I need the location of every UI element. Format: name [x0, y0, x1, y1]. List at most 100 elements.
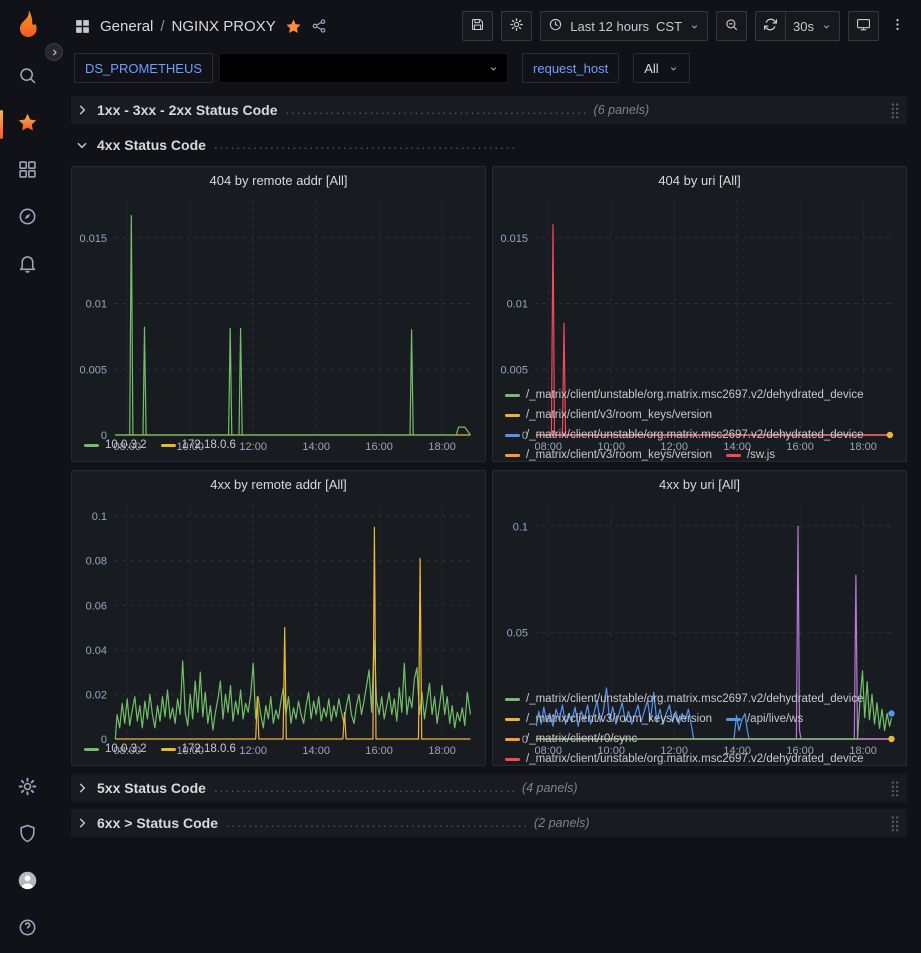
sidebar-item-search[interactable]: [0, 54, 54, 101]
legend-swatch: [505, 698, 520, 701]
svg-text:0.01: 0.01: [86, 299, 107, 311]
legend-item[interactable]: /_matrix/client/v3/room_keys/version: [505, 709, 712, 729]
gear-icon: [17, 776, 38, 802]
legend-swatch: [726, 454, 741, 457]
datasource-picker[interactable]: [219, 53, 508, 83]
legend-item[interactable]: /api/live/ws: [726, 709, 803, 729]
svg-text:0.015: 0.015: [79, 233, 107, 245]
legend-label: /api/live/ws: [747, 713, 803, 725]
panel-title[interactable]: 4xx by uri [All]: [493, 471, 906, 497]
request-host-value: All: [644, 61, 658, 76]
sidebar-collapse-button[interactable]: [45, 43, 63, 61]
row-drag-handle[interactable]: [889, 779, 901, 798]
row-title: 1xx - 3xx - 2xx Status Code: [97, 102, 278, 118]
legend-item[interactable]: 10.0.3.2: [84, 739, 147, 759]
grafana-logo[interactable]: [10, 8, 44, 42]
sidebar-item-starred[interactable]: [0, 101, 54, 148]
legend-item[interactable]: /_matrix/client/unstable/org.matrix.msc2…: [505, 689, 864, 709]
favorite-star-icon[interactable]: [285, 18, 302, 35]
compass-icon: [17, 206, 38, 232]
svg-text:0.02: 0.02: [86, 689, 107, 701]
breadcrumb-title[interactable]: NGINX PROXY: [172, 18, 276, 35]
legend-item[interactable]: /_matrix/client/v3/room_keys/version: [505, 405, 712, 425]
row-leader-dots: ........................................…: [286, 96, 586, 124]
legend-item[interactable]: 172.18.0.6: [161, 739, 236, 759]
legend-label: 172.18.0.6: [182, 439, 236, 451]
sidebar-item-profile[interactable]: [0, 859, 54, 906]
row-header-1xx-3xx-2xx[interactable]: 1xx - 3xx - 2xx Status Code ............…: [71, 96, 907, 124]
datasource-label[interactable]: DS_PROMETHEUS: [74, 53, 213, 83]
legend-label: /_matrix/client/v3/room_keys/version: [526, 409, 712, 421]
panel-title[interactable]: 404 by remote addr [All]: [72, 167, 485, 193]
ellipsis-vertical-icon: [890, 17, 905, 35]
legend-label: 10.0.3.2: [105, 743, 147, 755]
legend-swatch: [505, 738, 520, 741]
chevron-down-icon: [689, 21, 700, 32]
row-header-4xx[interactable]: 4xx Status Code ........................…: [71, 131, 907, 159]
legend-label: 172.18.0.6: [182, 743, 236, 755]
time-picker-button[interactable]: Last 12 hours CST: [540, 11, 708, 41]
tv-mode-button[interactable]: [848, 11, 879, 41]
row-title: 5xx Status Code: [97, 780, 206, 796]
share-icon[interactable]: [311, 18, 327, 34]
row-panel-count: (2 panels): [534, 816, 590, 830]
breadcrumb-section[interactable]: General: [100, 18, 153, 35]
legend-item[interactable]: /_matrix/client/r0/sync: [505, 729, 637, 749]
legend: 10.0.3.2 172.18.0.6: [72, 435, 485, 461]
legend-item[interactable]: /sw.js: [726, 445, 775, 461]
svg-text:0.1: 0.1: [513, 521, 528, 533]
chart-canvas[interactable]: 08:0010:0012:0014:0016:0018:0000.020.040…: [72, 497, 485, 739]
chevron-right-icon: [75, 816, 89, 830]
sidebar-item-server-admin[interactable]: [0, 812, 54, 859]
timezone-label: CST: [656, 19, 682, 34]
panel-title[interactable]: 4xx by remote addr [All]: [72, 471, 485, 497]
refresh-interval-dropdown[interactable]: 30s: [786, 11, 840, 41]
legend-swatch: [505, 758, 520, 761]
panel-title[interactable]: 404 by uri [All]: [493, 167, 906, 193]
sidebar-item-dashboards[interactable]: [0, 148, 54, 195]
legend-item[interactable]: 172.18.0.6: [161, 435, 236, 455]
svg-text:0.01: 0.01: [507, 299, 528, 311]
legend-swatch: [505, 454, 520, 457]
breadcrumb: General / NGINX PROXY: [100, 18, 276, 35]
topnav-actions: Last 12 hours CST: [462, 11, 907, 41]
svg-text:0.1: 0.1: [92, 511, 107, 523]
refresh-button[interactable]: [755, 11, 786, 41]
legend-label: /_matrix/client/unstable/org.matrix.msc2…: [526, 389, 864, 401]
kebab-menu-button[interactable]: [887, 11, 907, 41]
bell-icon: [17, 253, 38, 279]
row-header-6xx[interactable]: 6xx > Status Code ......................…: [71, 809, 907, 837]
chart-canvas[interactable]: 08:0010:0012:0014:0016:0018:0000.050.1: [493, 497, 906, 689]
sidebar-item-explore[interactable]: [0, 195, 54, 242]
panel-4xx-by-remote-addr: 4xx by remote addr [All] 08:0010:0012:00…: [71, 470, 486, 766]
legend-item[interactable]: /_matrix/client/unstable/org.matrix.msc2…: [505, 749, 864, 765]
svg-text:0.05: 0.05: [507, 628, 528, 640]
legend-item[interactable]: 10.0.3.2: [84, 435, 147, 455]
request-host-label[interactable]: request_host: [522, 53, 619, 83]
legend-item[interactable]: /_matrix/client/unstable/org.matrix.msc2…: [505, 385, 864, 405]
sidebar-item-alerting[interactable]: [0, 242, 54, 289]
row-header-5xx[interactable]: 5xx Status Code ........................…: [71, 774, 907, 802]
legend-swatch: [726, 718, 741, 721]
chart-canvas[interactable]: 08:0010:0012:0014:0016:0018:0000.0050.01…: [493, 193, 906, 385]
zoom-out-button[interactable]: [716, 11, 747, 41]
chart-canvas[interactable]: 08:0010:0012:0014:0016:0018:0000.0050.01…: [72, 193, 485, 435]
svg-text:0.04: 0.04: [86, 645, 107, 657]
star-icon: [17, 112, 38, 138]
dashboard-settings-button[interactable]: [501, 11, 532, 41]
row-panel-count: (6 panels): [594, 103, 650, 117]
shield-icon: [17, 823, 38, 849]
chevron-down-icon: [668, 63, 679, 74]
sidebar-item-help[interactable]: [0, 906, 54, 953]
legend: 10.0.3.2 172.18.0.6: [72, 739, 485, 765]
save-dashboard-button[interactable]: [462, 11, 493, 41]
refresh-icon: [763, 17, 778, 35]
chevron-down-icon: [75, 138, 89, 152]
legend-item[interactable]: /_matrix/client/unstable/org.matrix.msc2…: [505, 425, 864, 445]
request-host-value-dropdown[interactable]: All: [633, 53, 689, 83]
row-drag-handle[interactable]: [889, 814, 901, 833]
sidebar-item-settings[interactable]: [0, 765, 54, 812]
row-drag-handle[interactable]: [889, 101, 901, 120]
legend-item[interactable]: /_matrix/client/v3/room_keys/version: [505, 445, 712, 461]
row-leader-dots: ........................................…: [214, 131, 514, 159]
